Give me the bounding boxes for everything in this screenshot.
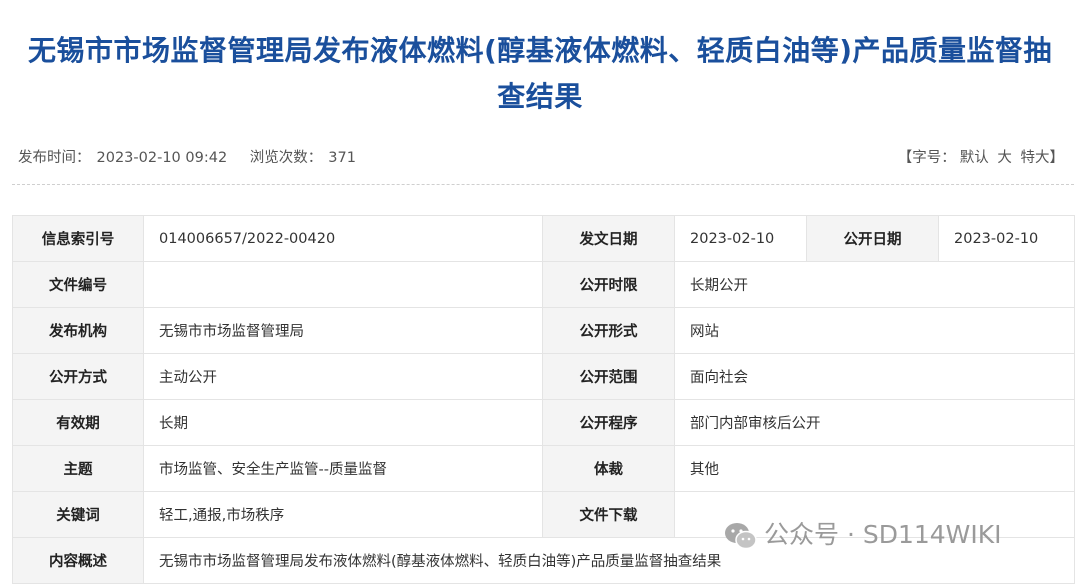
keywords: 轻工,通报,市场秩序 (143, 491, 543, 538)
validity-label: 有效期 (12, 399, 144, 446)
open-date-label: 公开日期 (806, 215, 939, 262)
publish-time-label: 发布时间： (18, 150, 91, 166)
summary-label: 内容概述 (12, 537, 144, 584)
views-count: 371 (328, 150, 356, 166)
open-procedure: 部门内部审核后公开 (674, 399, 1075, 446)
open-period-label: 公开时限 (542, 261, 675, 308)
table-row: 有效期 长期 公开程序 部门内部审核后公开 (12, 399, 1075, 446)
genre-label: 体裁 (542, 445, 675, 492)
font-size-close: 】 (1049, 150, 1065, 166)
table-row: 文件编号 公开时限 长期公开 (12, 261, 1075, 308)
open-scope-label: 公开范围 (542, 353, 675, 400)
index-no: 014006657/2022-00420 (143, 215, 543, 262)
views-label: 浏览次数： (249, 150, 323, 166)
open-period: 长期公开 (674, 261, 1075, 308)
font-large-link[interactable]: 大 (997, 150, 1012, 166)
page-title: 无锡市市场监督管理局发布液体燃料(醇基液体燃料、轻质白油等)产品质量监督抽查结果 (27, 34, 1053, 113)
watermark-text: 公众号 · SD114WIKI (764, 520, 1002, 549)
topic-label: 主题 (12, 445, 144, 492)
meta-left: 发布时间： 2023-02-10 09:42 浏览次数： 371 (18, 146, 362, 170)
watermark: 公众号 · SD114WIKI (724, 515, 1002, 555)
publisher-label: 发布机构 (12, 307, 144, 354)
open-procedure-label: 公开程序 (542, 399, 675, 446)
publish-time: 2023-02-10 09:42 (96, 150, 228, 166)
open-method-label: 公开方式 (12, 353, 144, 400)
publisher: 无锡市市场监督管理局 (143, 307, 543, 354)
issue-date-label: 发文日期 (542, 215, 675, 262)
open-date: 2023-02-10 (938, 215, 1075, 262)
download-label: 文件下载 (542, 491, 675, 538)
doc-no (143, 261, 543, 308)
keywords-label: 关键词 (12, 491, 144, 538)
divider (12, 184, 1074, 185)
doc-no-label: 文件编号 (12, 261, 144, 308)
table-row: 主题 市场监管、安全生产监管--质量监督 体裁 其他 (12, 445, 1075, 492)
open-form: 网站 (674, 307, 1075, 354)
wechat-icon (724, 521, 758, 551)
open-method: 主动公开 (143, 353, 543, 400)
font-default-link[interactable]: 默认 (960, 150, 989, 166)
font-xlarge-link[interactable]: 特大 (1021, 150, 1050, 166)
open-form-label: 公开形式 (542, 307, 675, 354)
issue-date: 2023-02-10 (674, 215, 807, 262)
topic: 市场监管、安全生产监管--质量监督 (143, 445, 543, 492)
table-row: 信息索引号 014006657/2022-00420 发文日期 2023-02-… (12, 215, 1075, 262)
genre: 其他 (674, 445, 1075, 492)
font-size-switcher: 【字号： 默认 大 特大】 (898, 146, 1064, 170)
article-meta: 发布时间： 2023-02-10 09:42 浏览次数： 371 【字号： 默认 大 … (18, 146, 1064, 170)
font-size-label: 【字号： (897, 150, 956, 166)
validity: 长期 (143, 399, 543, 446)
index-no-label: 信息索引号 (12, 215, 144, 262)
table-row: 公开方式 主动公开 公开范围 面向社会 (12, 353, 1075, 400)
open-scope: 面向社会 (674, 353, 1075, 400)
table-row: 发布机构 无锡市市场监督管理局 公开形式 网站 (12, 307, 1075, 354)
